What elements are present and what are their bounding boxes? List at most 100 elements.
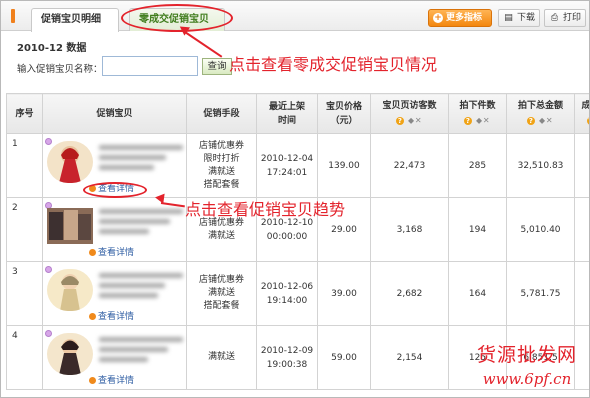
printer-icon: ⎙ bbox=[550, 13, 559, 23]
product-thumbnail[interactable] bbox=[47, 208, 93, 250]
deal-cell bbox=[574, 197, 589, 262]
price-cell: 39.00 bbox=[317, 261, 371, 326]
table-row: 3 查看详情 店铺优惠券 满就送 搭配套餐 2010-12-06 19:14:0… bbox=[6, 261, 589, 326]
help-icon: ? bbox=[464, 117, 473, 125]
product-search-input[interactable] bbox=[102, 56, 198, 76]
more-metrics-label: 更多指标 bbox=[446, 13, 483, 23]
col-promo-method[interactable]: 促销手段 bbox=[186, 93, 257, 134]
zero-sales-highlight-ring bbox=[121, 4, 233, 32]
product-thumbnail[interactable] bbox=[47, 141, 93, 183]
sort-icons: ? bbox=[576, 114, 589, 128]
sort-icons: ? ⬥✕ bbox=[450, 114, 505, 128]
watermark: 货源批发网 www.6pf.cn bbox=[477, 343, 577, 391]
print-label: 打印 bbox=[563, 13, 582, 23]
promo-method-cell: 店铺优惠券 满就送 搭配套餐 bbox=[186, 261, 257, 326]
watermark-title: 货源批发网 bbox=[477, 344, 578, 366]
product-title-blurred bbox=[99, 332, 183, 376]
listed-time-cell: 2010-12-04 17:24:01 bbox=[256, 133, 318, 198]
col-price-label: 宝贝价格 （元） bbox=[325, 101, 362, 126]
amount-cell: 5,781.75 bbox=[506, 261, 575, 326]
units-cell: 285 bbox=[448, 133, 507, 198]
detail-dot-icon bbox=[89, 249, 96, 256]
visitors-cell: 3,168 bbox=[370, 197, 449, 262]
product-thumbnail[interactable] bbox=[47, 333, 93, 375]
detail-dot-icon bbox=[89, 377, 96, 384]
tab-promo-details[interactable]: 促销宝贝明细 bbox=[31, 8, 119, 32]
col-visitors[interactable]: 宝贝页访客数? ⬥✕ bbox=[370, 93, 449, 134]
product-title-blurred bbox=[99, 204, 183, 248]
deal-cell bbox=[574, 261, 589, 326]
view-detail-label: 查看详情 bbox=[98, 376, 135, 386]
units-cell: 164 bbox=[448, 261, 507, 326]
units-cell: 194 bbox=[448, 197, 507, 262]
view-detail-link[interactable]: 查看详情 bbox=[89, 309, 134, 322]
col-listed-time[interactable]: 最近上架 时间 bbox=[256, 93, 318, 134]
product-title-blurred bbox=[99, 268, 183, 312]
visitors-cell: 22,473 bbox=[370, 133, 449, 198]
row-index: 3 bbox=[6, 261, 43, 326]
trend-annotation: 点击查看促销宝贝趋势 bbox=[185, 200, 346, 219]
row-index: 4 bbox=[6, 325, 43, 390]
col-amount[interactable]: 拍下总金额? ⬥✕ bbox=[506, 93, 575, 134]
tab-bar-marker bbox=[11, 9, 15, 23]
product-tag-icon bbox=[45, 138, 52, 145]
col-visitors-label: 宝贝页访客数 bbox=[382, 101, 437, 111]
table-row: 1 查看详情 店铺优惠券 限时打折 满就送 搭配套餐 2010-12-04 17… bbox=[6, 133, 589, 198]
sort-icons: ? ⬥✕ bbox=[372, 114, 447, 128]
product-tag-icon bbox=[45, 330, 52, 337]
product-cell: 查看详情 bbox=[42, 325, 187, 390]
price-cell: 139.00 bbox=[317, 133, 371, 198]
deal-cell bbox=[574, 133, 589, 198]
col-listed-time-label: 最近上架 时间 bbox=[268, 101, 305, 126]
tab-bar: 促销宝贝明细 零成交促销宝贝 + 更多指标 ▤ 下载 ⎙ 打印 bbox=[1, 1, 589, 32]
trend-arrowhead bbox=[154, 192, 165, 204]
detail-dot-icon bbox=[89, 313, 96, 320]
col-amount-label: 拍下总金额 bbox=[517, 101, 563, 111]
table-header-row: 序号 促销宝贝 促销手段 最近上架 时间 宝贝价格 （元） 宝贝页访客数? ⬥✕… bbox=[6, 93, 590, 134]
amount-cell: 32,510.83 bbox=[506, 133, 575, 198]
plus-icon: + bbox=[433, 13, 443, 23]
visitors-cell: 2,154 bbox=[370, 325, 449, 390]
product-tag-icon bbox=[45, 266, 52, 273]
product-cell: 查看详情 bbox=[42, 197, 187, 262]
visitors-cell: 2,682 bbox=[370, 261, 449, 326]
promo-method-cell: 满就送 bbox=[186, 325, 257, 390]
listed-time-cell: 2010-12-06 19:14:00 bbox=[256, 261, 318, 326]
view-detail-label: 查看详情 bbox=[98, 312, 135, 322]
app-frame: 促销宝贝明细 零成交促销宝贝 + 更多指标 ▤ 下载 ⎙ 打印 2010-12 … bbox=[0, 0, 590, 398]
download-label: 下载 bbox=[517, 13, 536, 23]
col-deal-label: 成交 bbox=[581, 101, 590, 111]
sort-icons: ? ⬥✕ bbox=[508, 114, 573, 128]
print-button[interactable]: ⎙ 打印 bbox=[544, 9, 586, 27]
product-cell: 查看详情 bbox=[42, 133, 187, 198]
more-metrics-button[interactable]: + 更多指标 bbox=[428, 9, 492, 27]
product-cell: 查看详情 bbox=[42, 261, 187, 326]
product-thumbnail[interactable] bbox=[47, 269, 93, 311]
view-detail-link[interactable]: 查看详情 bbox=[89, 373, 134, 386]
sort-icon: ⬥✕ bbox=[408, 116, 423, 125]
col-product[interactable]: 促销宝贝 bbox=[42, 93, 187, 134]
download-button[interactable]: ▤ 下载 bbox=[498, 9, 540, 27]
row-index: 2 bbox=[6, 197, 43, 262]
download-icon: ▤ bbox=[504, 13, 513, 23]
col-price[interactable]: 宝贝价格 （元） bbox=[317, 93, 371, 134]
detail-highlight-ring bbox=[83, 182, 147, 198]
col-index[interactable]: 序号 bbox=[6, 93, 43, 134]
help-icon: ? bbox=[527, 117, 536, 125]
product-title-blurred bbox=[99, 140, 183, 184]
help-icon: ? bbox=[586, 117, 589, 125]
help-icon: ? bbox=[396, 117, 405, 125]
view-detail-link[interactable]: 查看详情 bbox=[89, 245, 134, 258]
col-units-label: 拍下件数 bbox=[459, 101, 496, 111]
row-index: 1 bbox=[6, 133, 43, 198]
amount-cell: 5,010.40 bbox=[506, 197, 575, 262]
col-deal[interactable]: 成交? bbox=[574, 93, 590, 134]
col-units[interactable]: 拍下件数 ? ⬥✕ bbox=[448, 93, 507, 134]
search-button[interactable]: 查询 bbox=[202, 58, 232, 75]
listed-time-cell: 2010-12-09 19:00:38 bbox=[256, 325, 318, 390]
zero-sales-arrow bbox=[181, 29, 223, 58]
sort-icon: ⬥✕ bbox=[539, 116, 554, 125]
search-label: 输入促销宝贝名称： bbox=[17, 64, 103, 75]
promo-method-cell: 店铺优惠券 限时打折 满就送 搭配套餐 bbox=[186, 133, 257, 198]
month-label: 2010-12 数据 bbox=[17, 43, 87, 54]
